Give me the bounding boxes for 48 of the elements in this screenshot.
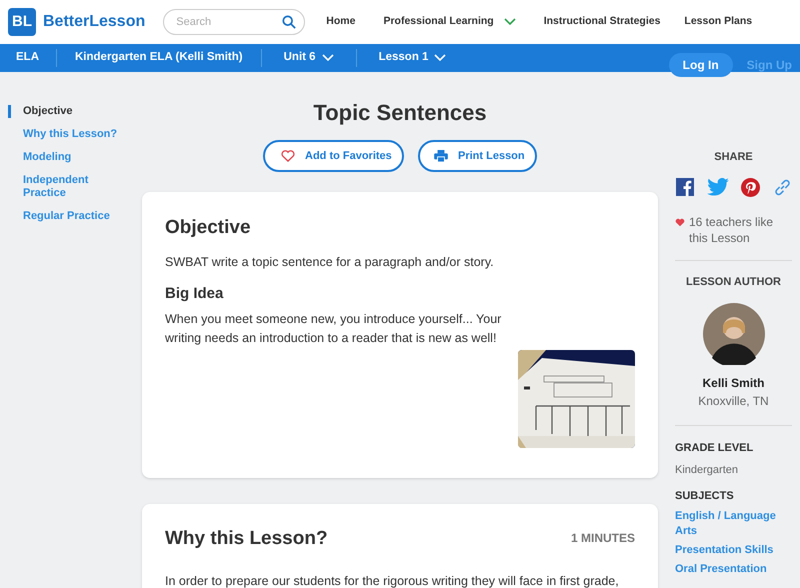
printer-icon <box>434 150 448 162</box>
logo-mark[interactable]: BL <box>8 8 36 36</box>
author-heading: LESSON AUTHOR <box>685 274 782 290</box>
likes-count: 16 teachers like this Lesson <box>689 214 774 246</box>
subject-link[interactable]: Oral Presentation <box>675 562 792 576</box>
breadcrumb-link[interactable]: Unit 6 <box>262 49 356 67</box>
sidebar-item[interactable]: Modeling <box>8 151 130 164</box>
search-icon <box>282 15 296 29</box>
chevron-icon <box>434 54 446 62</box>
subject-link[interactable]: Presentation Skills <box>675 542 792 558</box>
subjects-heading: SUBJECTS <box>675 489 735 504</box>
search-field[interactable]: Search <box>163 9 306 35</box>
section-subheading: Big Idea <box>165 284 224 304</box>
author-location: Knoxville, TN <box>675 392 792 426</box>
pin-icon[interactable] <box>741 178 760 196</box>
grade-heading: GRADE LEVEL <box>675 441 754 456</box>
login-button[interactable]: Log In <box>668 53 733 77</box>
section-text: In order to prepare our students for the rigorous writing they will face in first grade, <box>165 573 620 588</box>
grade-value: Kindergarten <box>675 462 739 478</box>
sidebar-item[interactable]: Objective <box>8 105 130 118</box>
chevron-icon <box>504 18 516 26</box>
nav-link[interactable]: Professional Learning <box>383 14 516 30</box>
share-heading: SHARE <box>713 150 754 165</box>
subject-link[interactable]: English / Language Arts <box>675 508 792 538</box>
breadcrumb-link[interactable]: Kindergarten ELA (Kelli Smith) <box>57 49 261 67</box>
sidebar-item[interactable]: Regular Practice <box>8 210 130 223</box>
facebook-icon[interactable] <box>676 178 694 196</box>
lesson-title: Topic Sentences <box>313 99 487 127</box>
chevron-icon <box>322 54 334 62</box>
breadcrumb-link[interactable]: Lesson 1 <box>356 49 468 67</box>
link-icon[interactable] <box>772 178 792 196</box>
sidebar-item[interactable]: Why this Lesson? <box>8 128 130 141</box>
section-duration: 1 MINUTES <box>570 530 635 547</box>
section-title: Why this Lesson? <box>165 527 328 551</box>
logo-text[interactable]: BetterLesson <box>43 10 146 34</box>
section-title: Objective <box>165 216 251 240</box>
heart-icon <box>281 150 295 162</box>
nav-link[interactable]: Lesson Plans <box>684 14 752 30</box>
nav-link[interactable]: Instructional Strategies <box>544 14 660 30</box>
print-button[interactable]: Print Lesson <box>418 140 537 172</box>
heart-icon <box>675 218 685 226</box>
nav-link[interactable]: Home <box>326 14 356 30</box>
section-text: When you meet someone new, you introduce yourself... Your writing needs an introduction to a reader that is new as well! <box>165 311 502 347</box>
section-text: SWBAT write a topic sentence for a paragraph and/or story. <box>165 254 495 271</box>
favorite-button[interactable]: Add to Favorites <box>263 140 404 172</box>
sidebar-item[interactable]: Independent Practice <box>8 174 130 200</box>
author-name: Kelli Smith <box>701 375 766 392</box>
breadcrumb-link[interactable]: ELA <box>0 49 56 67</box>
